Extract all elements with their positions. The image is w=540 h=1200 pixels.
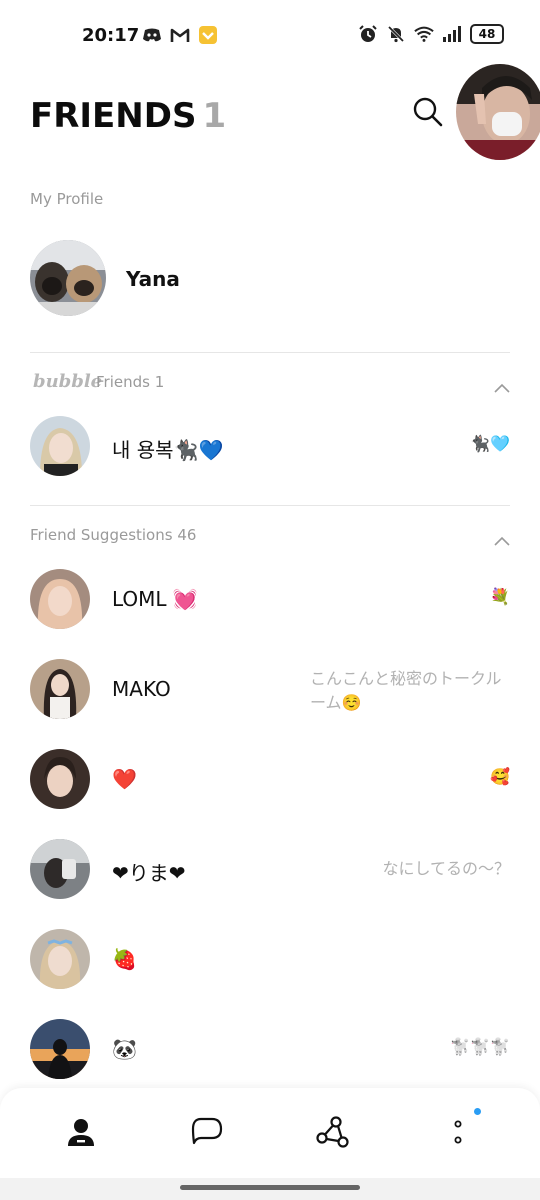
gesture-area (0, 1178, 540, 1200)
friend-avatar (30, 839, 90, 899)
list-item[interactable]: ❤️ 🥰 (30, 749, 510, 811)
page-title: FRIENDS 1 (30, 96, 226, 136)
status-bar: 20:17 48 (0, 0, 540, 64)
bubble-brand-label: bubble (33, 371, 103, 392)
divider (30, 352, 510, 353)
friend-count: 1 (202, 96, 227, 136)
friend-name: ❤️ (112, 767, 137, 791)
friend-avatar (30, 416, 90, 476)
friend-avatar (30, 929, 90, 989)
list-item[interactable]: LOML 💓 💐 (30, 569, 510, 631)
friend-name: 🍓 (112, 947, 137, 971)
signal-icon (442, 24, 462, 44)
friend-status-emoji: 🥰 (490, 767, 510, 786)
mute-icon (386, 24, 406, 44)
bubble-friends-label: Friends 1 (96, 373, 165, 391)
friend-status-emoji: 🐈‍⬛🩵 (470, 434, 510, 453)
friend-photo-icon (30, 929, 90, 989)
my-profile-row[interactable]: Yana (30, 240, 510, 316)
my-profile-avatar (30, 240, 106, 316)
status-system-icons: 48 (358, 24, 504, 44)
friend-photo-icon (30, 839, 90, 899)
home-gesture-bar[interactable] (180, 1185, 360, 1190)
friend-photo-icon (30, 416, 90, 476)
friend-avatar (30, 659, 90, 719)
friend-status-message: こんこんと秘密のトークルーム☺️ (310, 669, 502, 712)
friend-photo-icon (30, 1019, 90, 1079)
suggestions-label: Friend Suggestions 46 (30, 526, 197, 544)
chats-tab[interactable] (187, 1112, 227, 1152)
friend-avatar (30, 569, 90, 629)
friend-name: 내 용복🐈‍⬛💙 (112, 438, 224, 462)
my-profile-label: My Profile (30, 190, 104, 208)
bottom-navigation (0, 1088, 540, 1178)
divider (30, 505, 510, 506)
header-profile-avatar[interactable] (456, 64, 540, 160)
friend-avatar (30, 749, 90, 809)
search-icon (413, 97, 443, 127)
pug-dogs-photo-icon (30, 240, 106, 316)
friends-tab[interactable] (61, 1112, 101, 1152)
page-title-text: FRIENDS (30, 96, 197, 136)
friend-status-emoji: 🐩🐩🐩 (450, 1037, 510, 1056)
app-badge-icon (198, 25, 218, 45)
my-profile-name: Yana (126, 267, 180, 291)
friend-name: 🐼 (112, 1037, 137, 1061)
gmail-icon (170, 25, 190, 45)
battery-indicator: 48 (470, 24, 504, 44)
friend-status-message: なにしてるの～？ (382, 859, 510, 878)
friend-name: MAKO (112, 677, 171, 701)
chat-bubble-icon (191, 1117, 223, 1145)
wifi-icon (414, 24, 434, 44)
collapse-suggestions-button[interactable] (494, 531, 510, 546)
search-button[interactable] (410, 94, 446, 130)
friend-status-emoji: 💐 (490, 587, 510, 606)
share-nodes-icon (316, 1116, 349, 1148)
more-dots-icon (454, 1120, 462, 1144)
friend-name: LOML 💓 (112, 587, 198, 611)
list-item[interactable]: MAKO こんこんと秘密のトークルーム☺️ (30, 659, 510, 721)
friend-photo-icon (30, 569, 90, 629)
list-item[interactable]: 🐼 🐩🐩🐩 (30, 1019, 510, 1081)
friend-name: ❤りま❤ (112, 861, 186, 885)
chevron-up-icon (494, 383, 510, 393)
notification-dot (474, 1108, 481, 1115)
friend-photo-icon (30, 659, 90, 719)
list-item[interactable]: ❤りま❤ なにしてるの～？ (30, 839, 510, 901)
app-header: FRIENDS 1 (0, 64, 540, 174)
openchat-tab[interactable] (313, 1112, 353, 1152)
person-icon (68, 1119, 94, 1146)
friend-photo-icon (30, 749, 90, 809)
profile-photo-icon (456, 64, 540, 160)
status-notification-icons (142, 25, 218, 45)
status-time: 20:17 (82, 25, 140, 46)
chevron-up-icon (494, 536, 510, 546)
collapse-bubble-button[interactable] (494, 378, 510, 393)
friend-avatar (30, 1019, 90, 1079)
list-item[interactable]: 🍓 (30, 929, 510, 991)
discord-icon (142, 25, 162, 45)
alarm-icon (358, 24, 378, 44)
list-item[interactable]: 내 용복🐈‍⬛💙 🐈‍⬛🩵 (30, 416, 510, 478)
more-tab[interactable] (438, 1112, 478, 1152)
